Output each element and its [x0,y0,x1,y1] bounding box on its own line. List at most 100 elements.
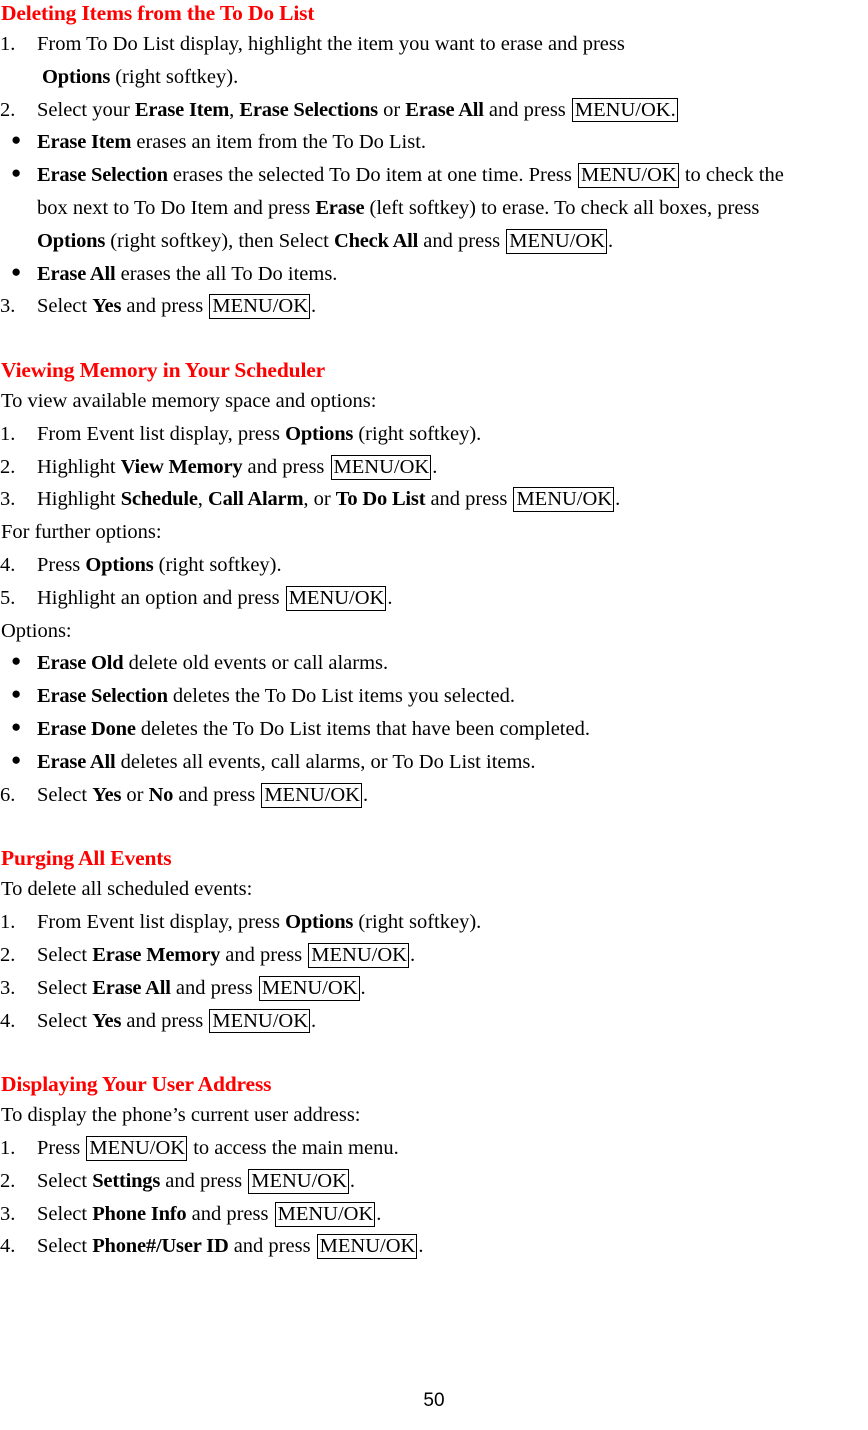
list-item: ● Erase Selection erases the selected To… [0,159,868,257]
list-marker: 1. [0,32,16,55]
document-page: Deleting Items from the To Do List 1. Fr… [0,0,868,1430]
list-item-continuation: Options (right softkey). [37,61,868,94]
list-item-text: Highlight an option and press MENU/OK. [37,585,393,611]
section-heading-deleting-items: Deleting Items from the To Do List [1,1,315,25]
list-item-text: Highlight Schedule, Call Alarm, or To Do… [37,487,621,513]
list-item-continuation: Options (right softkey), then Select Che… [37,228,614,254]
menu-label-to-do-list: To Do List [335,488,426,511]
list-marker: 2. [0,943,16,966]
softkey-label-erase: Erase [315,196,365,219]
page-number: 50 [423,1390,445,1411]
section-intro: To display the phone’s current user addr… [1,1104,361,1127]
key-menu-ok: MENU/OK [209,1008,311,1034]
list-item-text: Highlight View Memory and press MENU/OK. [37,454,438,480]
list-item: 3. Highlight Schedule, Call Alarm, or To… [0,483,868,516]
bullet-icon: ● [11,261,22,281]
softkey-label-options: Options [285,911,354,934]
section-heading-viewing-memory: Viewing Memory in Your Scheduler [1,358,326,383]
key-menu-ok: MENU/OK [248,1168,349,1194]
menu-label-erase-selection: Erase Selection [37,685,168,708]
list-item: 2. Highlight View Memory and press MENU/… [0,451,868,484]
section-label-options: Options: [1,619,72,642]
list-item: 2. Select Erase Memory and press MENU/OK… [0,939,868,972]
list-item: 1. From To Do List display, highlight th… [0,28,868,94]
section-intro: To view available memory space and optio… [1,390,377,413]
list-item-text: Erase Item erases an item from the To Do… [37,131,427,154]
list-item: 2. Select Settings and press MENU/OK. [0,1165,868,1198]
key-menu-ok: MENU/OK. [571,97,678,123]
list-item-text: Press Options (right softkey). [37,554,282,577]
list-item: ● Erase All erases the all To Do items. [0,258,868,291]
list-marker: 5. [0,586,16,609]
menu-label-no: No [148,783,174,806]
section-intro: To delete all scheduled events: [1,878,253,901]
list-item-text: Select Settings and press MENU/OK. [37,1168,356,1194]
key-menu-ok: MENU/OK [316,1234,418,1260]
list-item: ● Erase Done deletes the To Do List item… [0,713,868,746]
page-content: Deleting Items from the To Do List 1. Fr… [0,0,868,1263]
bullet-icon: ● [11,651,22,671]
section-heading-displaying-user-address: Displaying Your User Address [1,1072,272,1097]
list-item: 3. Select Erase All and press MENU/OK. [0,972,868,1005]
list-marker: 1. [0,911,16,934]
menu-label-phone-info: Phone Info [92,1202,187,1225]
list-marker: 2. [0,455,16,478]
list-marker: 3. [0,295,16,318]
section-heading-purging-all-events: Purging All Events [1,846,172,871]
key-menu-ok: MENU/OK [513,487,615,513]
list-item: ● Erase All deletes all events, call ala… [0,746,868,779]
list-item-text: Select Yes and press MENU/OK. [37,1008,317,1034]
list-item-text: (right softkey). [110,65,239,88]
list-item: 4. Select Phone#/User ID and press MENU/… [0,1230,868,1263]
list-marker: 3. [0,1202,16,1225]
list-item: 5. Highlight an option and press MENU/OK… [0,582,868,615]
list-item: 1. Press MENU/OK to access the main menu… [0,1132,868,1165]
key-menu-ok: MENU/OK [285,585,387,611]
list-item: 4. Press Options (right softkey). [0,549,868,582]
list-item-text: From Event list display, press Options (… [37,911,482,934]
key-menu-ok: MENU/OK [308,942,409,968]
list-marker: 4. [0,1009,16,1032]
menu-label-erase-selection: Erase Selection [37,164,168,187]
list-item: 1. From Event list display, press Option… [0,906,868,939]
list-item: 4. Select Yes and press MENU/OK. [0,1005,868,1038]
list-marker: 1. [0,422,16,445]
list-marker: 4. [0,1235,16,1258]
list-item: ● Erase Item erases an item from the To … [0,126,868,159]
list-marker: 1. [0,1137,16,1160]
menu-label-check-all: Check All [333,229,419,252]
list-item-text: Erase Selection erases the selected To D… [37,163,784,189]
list-item-text: Press MENU/OK to access the main menu. [37,1136,399,1162]
list-marker: 2. [0,1169,16,1192]
list-marker: 6. [0,783,16,806]
list-item-text: Erase All erases the all To Do items. [37,262,338,285]
menu-label-erase-selections: Erase Selections [239,98,378,121]
list-item: 1. From Event list display, press Option… [0,418,868,451]
menu-label-erase-memory: Erase Memory [92,943,221,966]
key-menu-ok: MENU/OK [209,294,311,320]
bullet-icon: ● [11,163,22,183]
key-menu-ok: MENU/OK [330,454,432,480]
bullet-icon: ● [11,130,22,150]
list-item-text: Erase Done deletes the To Do List items … [37,718,590,741]
softkey-label-options: Options [85,554,154,577]
list-marker: 3. [0,488,16,511]
list-item: 6. Select Yes or No and press MENU/OK. [0,779,868,812]
key-menu-ok: MENU/OK [506,228,607,254]
softkey-label-options: Options [37,229,106,252]
list-item-continuation: box next to To Do Item and press Erase (… [37,196,760,219]
key-menu-ok: MENU/OK [578,163,679,189]
list-item-text: Select Phone Info and press MENU/OK. [37,1201,382,1227]
list-item-text: Select your Erase Item, Erase Selections… [37,97,678,123]
list-item: ● Erase Old delete old events or call al… [0,647,868,680]
section-note-further-options: For further options: [1,521,162,544]
bullet-icon: ● [11,749,22,769]
list-marker: 3. [0,976,16,999]
key-menu-ok: MENU/OK [258,975,360,1001]
list-item-text: Erase Old delete old events or call alar… [37,652,389,675]
menu-label-erase-all: Erase All [37,750,116,773]
list-item-text: Select Phone#/User ID and press MENU/OK. [37,1234,424,1260]
list-item: 3. Select Phone Info and press MENU/OK. [0,1198,868,1231]
key-menu-ok: MENU/OK [86,1136,188,1162]
